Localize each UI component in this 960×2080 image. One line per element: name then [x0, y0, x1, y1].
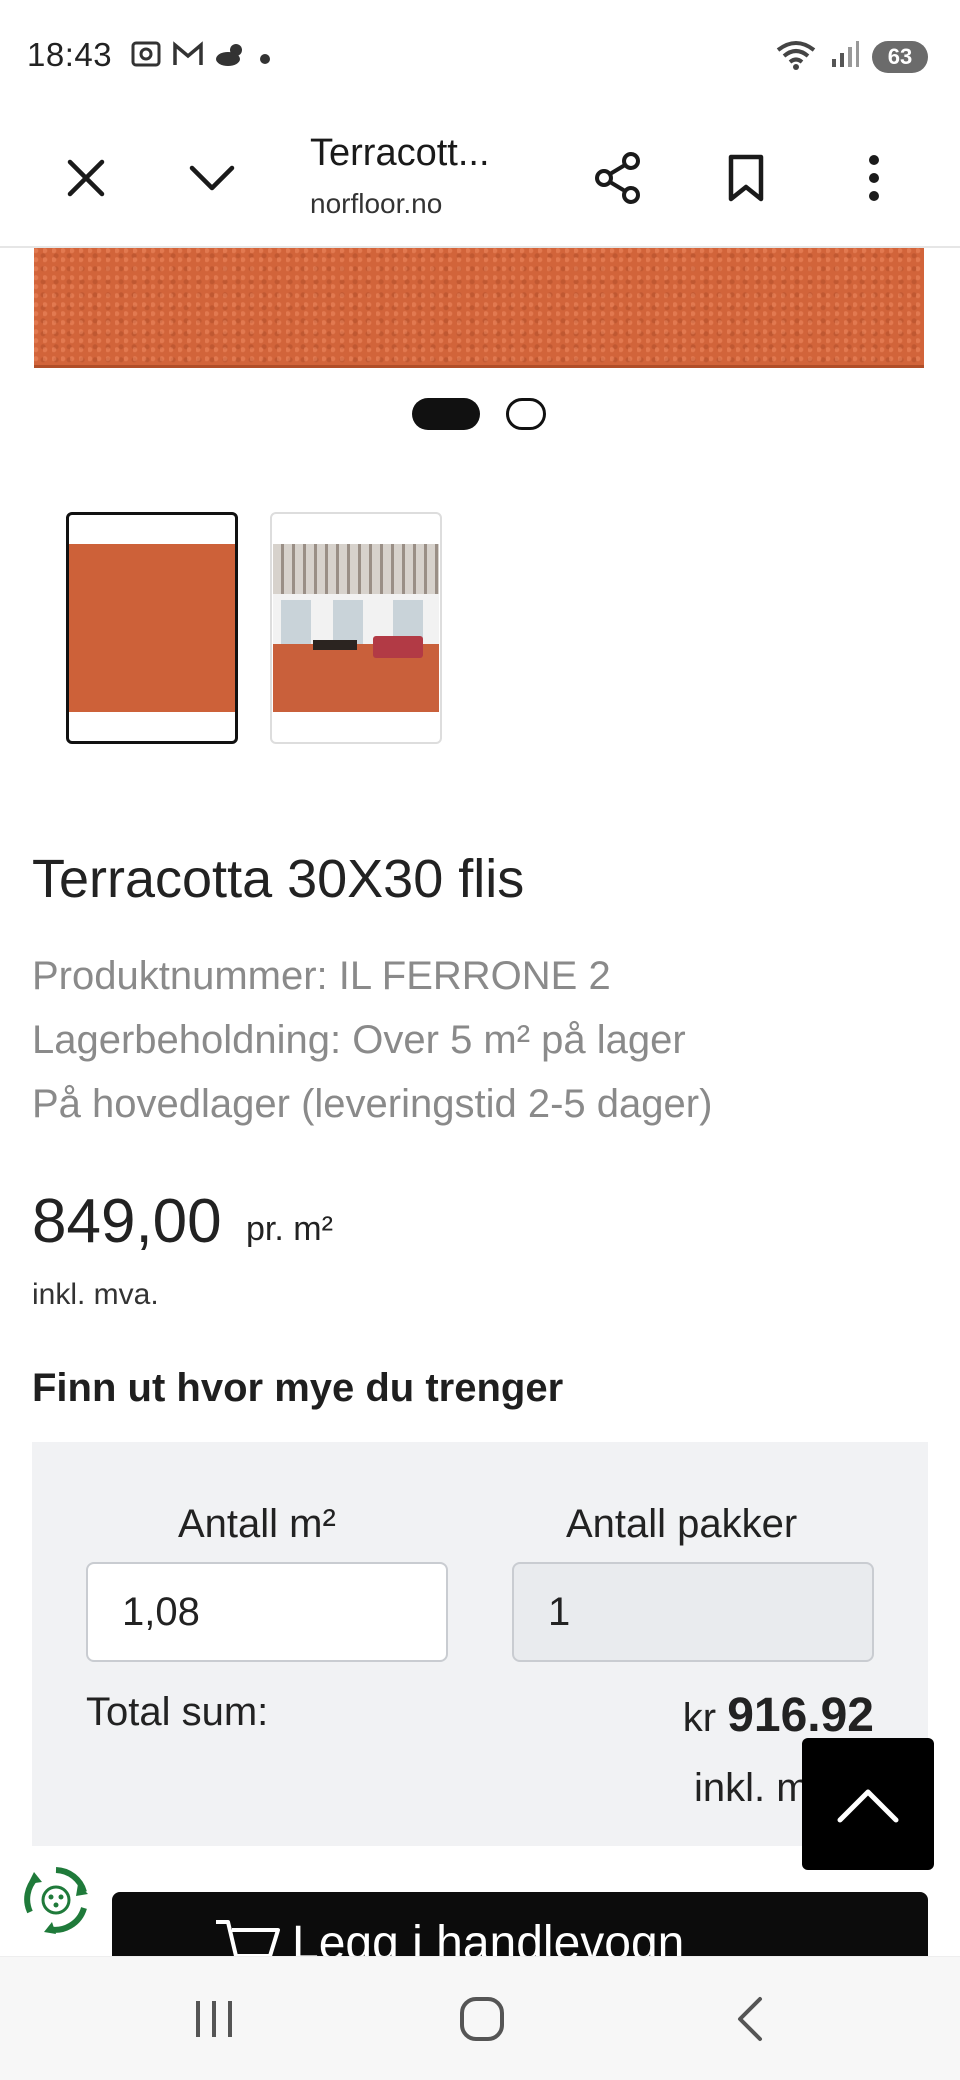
- product-number: Produktnummer: IL FERRONE 2: [32, 954, 611, 998]
- area-input[interactable]: 1,08: [86, 1562, 448, 1662]
- calculator-heading: Finn ut hvor mye du trenger: [32, 1366, 564, 1410]
- recycle-icon: [24, 1867, 88, 1934]
- status-time: 18:43: [27, 36, 113, 73]
- share-button[interactable]: [580, 140, 656, 216]
- back-button[interactable]: [710, 1987, 790, 2051]
- recent-apps-icon: [196, 2001, 232, 2037]
- close-tab-button[interactable]: [48, 140, 124, 216]
- chevron-up-icon: [837, 1789, 899, 1823]
- home-icon: [460, 1997, 504, 2041]
- browser-toolbar: Terracott... norfloor.no: [0, 110, 960, 248]
- quantity-calculator: Antall m² Antall pakker 1,08 1 Total sum…: [32, 1442, 928, 1846]
- bookmark-icon: [728, 154, 764, 202]
- add-to-cart-label: Legg i handlevogn: [292, 1917, 685, 1956]
- stock-status: Lagerbeholdning: Over 5 m² på lager: [32, 1018, 686, 1062]
- weather-icon: [214, 41, 248, 72]
- delivery-info: På hovedlager (leveringstid 2-5 dager): [32, 1082, 713, 1126]
- home-button[interactable]: [442, 1987, 522, 2051]
- page-url: norfloor.no: [310, 188, 443, 219]
- carousel-dot-active[interactable]: [412, 398, 480, 430]
- total-amount: 916.92: [727, 1689, 874, 1742]
- notification-icons: [130, 40, 272, 73]
- vat-note: inkl. mva.: [32, 1278, 159, 1311]
- signal-icon: [830, 39, 860, 74]
- area-label: Antall m²: [178, 1502, 336, 1546]
- total-sum: kr 916.92: [683, 1688, 874, 1743]
- dot-icon: [258, 43, 272, 71]
- status-bar: 18:43 63: [0, 0, 960, 110]
- carousel-indicators: [412, 398, 546, 430]
- more-options-button[interactable]: [836, 140, 912, 216]
- thumbnail-room[interactable]: [270, 512, 442, 744]
- scroll-to-top-button[interactable]: [802, 1738, 934, 1870]
- bookmark-button[interactable]: [708, 140, 784, 216]
- product-meta: Produktnummer: IL FERRONE 2 Lagerbeholdn…: [32, 944, 712, 1136]
- more-vert-icon: [869, 155, 879, 201]
- thumbnail-gallery: [66, 512, 442, 744]
- packs-input[interactable]: 1: [512, 1562, 874, 1662]
- system-icons: 63: [774, 38, 928, 75]
- add-to-cart-button[interactable]: Legg i handlevogn: [112, 1892, 928, 1956]
- tile-image: [69, 544, 235, 712]
- packs-label: Antall pakker: [566, 1502, 798, 1546]
- back-icon: [738, 1997, 762, 2041]
- chevron-down-icon: [189, 165, 235, 191]
- battery-icon: 63: [872, 40, 928, 73]
- page-title: Terracott...: [310, 132, 490, 174]
- close-icon: [67, 159, 105, 197]
- minimize-button[interactable]: [174, 140, 250, 216]
- room-image: [273, 544, 439, 712]
- product-main-image[interactable]: [34, 248, 924, 368]
- system-nav-bar: [0, 1956, 960, 2080]
- recent-apps-button[interactable]: [174, 1987, 254, 2051]
- product-price: 849,00: [32, 1187, 222, 1256]
- total-currency: kr: [682, 1696, 717, 1740]
- carousel-dot[interactable]: [506, 398, 546, 430]
- wifi-icon: [774, 38, 818, 75]
- total-label: Total sum:: [86, 1690, 269, 1734]
- product-title: Terracotta 30X30 flis: [32, 849, 525, 909]
- cart-icon: [216, 1920, 280, 1956]
- screenshot-icon: [130, 40, 162, 73]
- total-vat-note: inkl. m: [694, 1766, 810, 1810]
- share-icon: [595, 152, 640, 204]
- gmail-icon: [172, 41, 204, 72]
- eco-badge[interactable]: [14, 1858, 98, 1942]
- price-unit: pr. m²: [246, 1210, 333, 1248]
- thumbnail-tile[interactable]: [66, 512, 238, 744]
